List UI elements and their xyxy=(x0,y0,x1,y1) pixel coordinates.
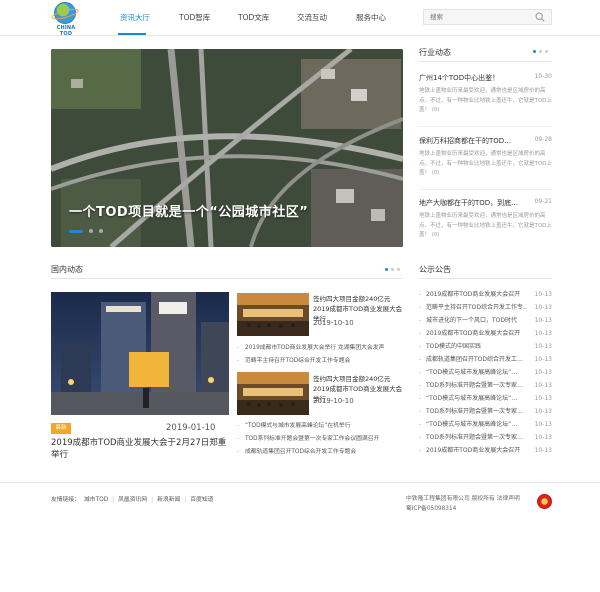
list-item[interactable]: TOD系列标准开题会暨第一次专家…10-13 xyxy=(419,431,552,444)
list-item[interactable]: “TOD模式与城市发展高峰论坛”在机举行 xyxy=(237,420,405,433)
hero-dot-2[interactable] xyxy=(89,229,93,233)
news-thumb-date: 2019-10-10 xyxy=(313,319,354,327)
logo-text: CHINA TOD xyxy=(56,25,76,37)
list-item[interactable]: 成都轨道集团召开TOD综合开发工…10-13 xyxy=(419,353,552,366)
industry-news-item-title[interactable]: 地产大咖都在干的TOD，到底… xyxy=(419,198,519,208)
news-thumb-image[interactable] xyxy=(237,372,309,415)
notice-list: 2019成都市TOD商业发展大会召开10-13 范畴平主持召开TOD综合开发工作… xyxy=(419,288,552,457)
list-item[interactable]: 成都轨道集团召开TOD综合开发工作专题会 xyxy=(237,446,405,459)
site-header: CHINA TOD 资讯大厅 TOD智库 TOD文库 交流互动 服务中心 xyxy=(0,0,600,37)
icp-number: 蜀ICP备05098314 xyxy=(406,506,457,512)
nav-item-service-center[interactable]: 服务中心 xyxy=(356,12,386,23)
friend-link[interactable]: 凤凰资讯网 xyxy=(118,497,147,503)
notices-title: 公示公告 xyxy=(419,265,451,274)
list-item[interactable]: TOD模式的中国实践10-13 xyxy=(419,340,552,353)
domestic-news-list: 2019成都市TOD商业发展大会举行 龙湖集团大会发声 范畴平主持召开TOD综合… xyxy=(237,342,405,368)
industry-news-item-desc: 地铁上盖物业历来最受欢迎，通常也是区域房价的高点。不过，有一种物业比地铁上盖还牛… xyxy=(419,213,552,238)
industry-news-item-title[interactable]: 保利万科招商都在干的TOD… xyxy=(419,136,519,146)
friend-links: 友情链接： 城市TOD | 凤凰资讯网 | 新浪新闻 | 百度知道 xyxy=(51,497,214,503)
hero-dot-3[interactable] xyxy=(99,229,103,233)
list-item[interactable]: 2019成都市TOD商业发展大会召开10-13 xyxy=(419,327,552,340)
friend-link[interactable]: 新浪新闻 xyxy=(157,497,180,503)
search-icon[interactable] xyxy=(535,12,545,22)
search-input[interactable] xyxy=(424,10,524,24)
news-thumb-date: 2019-10-10 xyxy=(313,397,354,405)
feature-title[interactable]: 2019成都市TOD商业发展大会于2月27日郑重举行 xyxy=(51,437,231,461)
hero-dot-1[interactable] xyxy=(69,229,83,233)
police-emblem-icon[interactable] xyxy=(537,494,552,509)
search-box xyxy=(423,9,552,25)
industry-pagination xyxy=(530,47,548,55)
copyright-text: 中铁隆工程集团有限公司 版权所有 法律声明 xyxy=(406,496,520,502)
industry-news-item-date: 10-30 xyxy=(534,73,552,80)
list-item[interactable]: 范畴平主持召开TOD综合开发工作专题会 xyxy=(237,355,405,368)
list-item[interactable]: 2019成都市TOD商业发展大会举行 龙湖集团大会发声 xyxy=(237,342,405,355)
industry-news-item-date: 09-28 xyxy=(534,136,552,143)
latest-badge: 最新 xyxy=(51,423,71,434)
nav-item-interaction[interactable]: 交流互动 xyxy=(297,12,327,23)
list-item[interactable]: TOD系列标准开题会暨第一次专家工作会议圆满召开 xyxy=(237,433,405,446)
hero-carousel[interactable]: 一个TOD项目就是一个“公园城市社区” xyxy=(51,49,403,247)
friend-link[interactable]: 城市TOD xyxy=(84,497,108,503)
list-item[interactable]: TOD系列标准开题会暨第一次专家…10-13 xyxy=(419,405,552,418)
list-item[interactable]: “TOD模式与城市发展高峰论坛”…10-13 xyxy=(419,366,552,379)
domestic-feature-image[interactable] xyxy=(51,292,229,415)
hero-caption[interactable]: 一个TOD项目就是一个“公园城市社区” xyxy=(69,201,308,220)
industry-news-item-desc: 地铁上盖物业历来最受欢迎，通常也是区域房价的高点。不过，有一种物业比地铁上盖还牛… xyxy=(419,88,552,113)
industry-news-item-desc: 地铁上盖物业历来最受欢迎，通常也是区域房价的高点。不过，有一种物业比地铁上盖还牛… xyxy=(419,151,552,176)
list-item[interactable]: 2019成都市TOD商业发展大会召开10-13 xyxy=(419,444,552,457)
friend-links-label: 友情链接： xyxy=(51,497,80,503)
domestic-news-list: “TOD模式与城市发展高峰论坛”在机举行 TOD系列标准开题会暨第一次专家工作会… xyxy=(237,420,405,459)
friend-link[interactable]: 百度知道 xyxy=(190,497,213,503)
nav-item-news-hall[interactable]: 资讯大厅 xyxy=(120,12,150,23)
hero-pagination xyxy=(69,227,109,235)
list-item[interactable]: 范畴平主持召开TOD综合开发工作专…10-13 xyxy=(419,301,552,314)
feature-date: 2019-01-10 xyxy=(166,423,216,433)
industry-news-title: 行业动态 xyxy=(419,48,451,57)
nav-item-library[interactable]: TOD文库 xyxy=(238,12,269,23)
list-item[interactable]: “TOD模式与城市发展高峰论坛”…10-13 xyxy=(419,418,552,431)
list-item[interactable]: TOD系列标准开题会暨第一次专家…10-13 xyxy=(419,379,552,392)
news-thumb-image[interactable] xyxy=(237,293,309,336)
nav-active-indicator xyxy=(118,33,146,35)
copyright: 中铁隆工程集团有限公司 版权所有 法律声明 蜀ICP备05098314 xyxy=(406,494,531,514)
domestic-pagination xyxy=(382,265,400,273)
industry-news-item-title[interactable]: 广州14个TOD中心出鉴！ xyxy=(419,73,519,83)
site-logo[interactable]: CHINA TOD xyxy=(50,2,80,37)
list-item[interactable]: 2019成都市TOD商业发展大会召开10-13 xyxy=(419,288,552,301)
list-item[interactable]: 城市进化的下一个风口，TOD时代10-13 xyxy=(419,314,552,327)
list-item[interactable]: “TOD模式与城市发展高峰论坛”…10-13 xyxy=(419,392,552,405)
industry-news-item-date: 09-21 xyxy=(534,198,552,205)
domestic-news-title: 国内动态 xyxy=(51,265,83,274)
nav-item-think-tank[interactable]: TOD智库 xyxy=(179,12,210,23)
